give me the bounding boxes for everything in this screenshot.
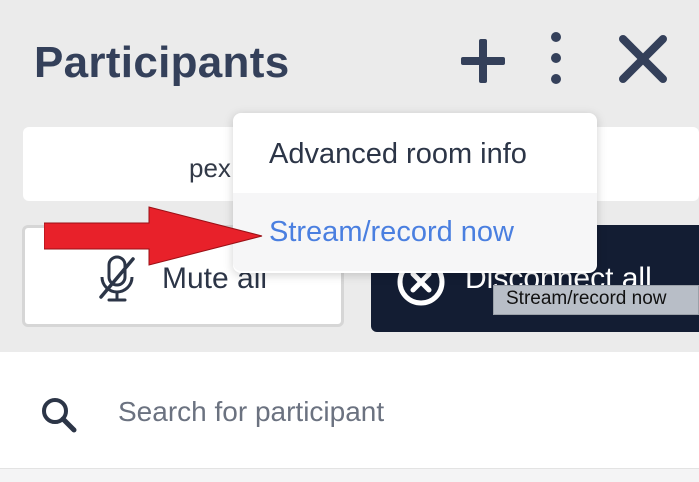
close-icon[interactable] xyxy=(618,35,668,83)
vertical-dots-icon[interactable] xyxy=(544,31,568,85)
search-participant-input[interactable] xyxy=(114,390,662,434)
list-divider xyxy=(0,468,699,482)
menu-item-stream-record-now[interactable]: Stream/record now xyxy=(233,193,597,271)
participants-panel: Participants pex Mute all Disconnect all… xyxy=(0,0,699,482)
search-icon xyxy=(40,396,78,439)
tooltip-text: Stream/record now xyxy=(506,288,667,309)
tooltip: Stream/record now xyxy=(493,285,699,315)
more-options-menu: Advanced room info Stream/record now xyxy=(233,113,597,273)
menu-item-advanced-room-info[interactable]: Advanced room info xyxy=(233,115,597,193)
plus-icon[interactable] xyxy=(459,37,507,85)
red-arrow-annotation xyxy=(43,205,264,272)
search-section xyxy=(0,352,699,468)
panel-title: Participants xyxy=(34,38,290,87)
room-name: pex xyxy=(189,153,231,183)
